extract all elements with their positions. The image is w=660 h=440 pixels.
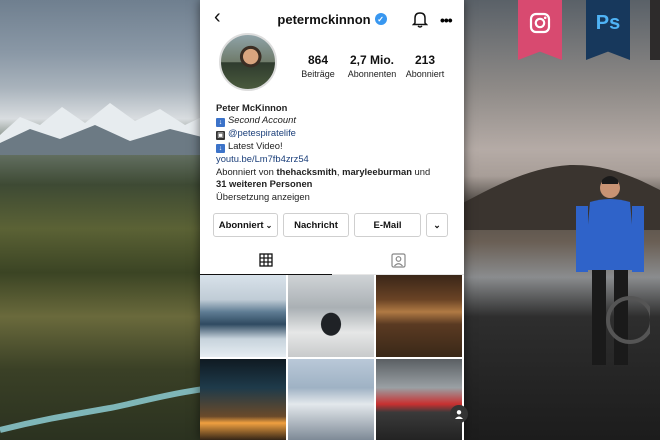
verified-badge-icon: ✓ [374,13,387,25]
subscribed-label: Abonniert [218,219,264,231]
followers-label: Abonnenten [347,69,397,79]
back-arrow-icon[interactable]: ‹ [214,6,221,29]
post-grid [200,275,464,440]
message-button[interactable]: Nachricht [283,213,349,237]
post-thumbnail[interactable] [376,359,462,440]
subscribed-button[interactable]: Abonniert ⌄ [213,213,278,237]
post-thumbnail[interactable] [376,275,462,357]
person-in-blue-jacket [576,176,650,365]
stat-followers[interactable]: 2,7 Mio. Abonnenten [344,53,400,79]
more-badge [650,0,660,60]
profile-action-buttons: Abonniert ⌄ Nachricht E-Mail ⌄ [213,213,448,237]
following-count: 213 [414,53,436,67]
bio-mention-link[interactable]: @petespiratelife [228,127,296,138]
instagram-icon [518,0,562,60]
post-thumbnail[interactable] [288,275,374,357]
post-thumbnail[interactable] [288,359,374,440]
translate-link[interactable]: Übersetzung anzeigen [216,191,456,203]
down-arrow-emoji-icon-2: ↓ [216,144,225,154]
followed-by-user-1: thehacksmith [276,165,337,177]
profile-person-icon[interactable] [450,405,468,423]
stat-following[interactable]: 213 Abonniert [400,53,450,79]
camera-emoji-icon: ▣ [216,131,225,141]
following-label: Abonniert [405,69,445,79]
bio-website-link[interactable]: youtu.be/Lm7fb4zrz54 [216,153,456,165]
bio-line-3-text: Latest Video! [228,140,283,152]
photoshop-icon: Ps [586,0,630,60]
post-thumbnail[interactable] [200,275,286,357]
bio-line-3: ↓ Latest Video! [216,140,456,154]
followed-by-user-2: maryleeburman [342,165,412,177]
down-arrow-emoji-icon: ↓ [216,118,225,128]
profile-username: petermckinnon ✓ [277,11,387,27]
grid-icon [259,252,273,267]
top-bar: ‹ petermckinnon ✓ ••• [200,0,464,38]
avatar[interactable] [219,33,277,91]
followed-by[interactable]: Abonniert von thehacksmith, maryleeburma… [216,166,456,191]
right-portrait-photo [440,0,660,440]
followed-by-and: und [411,165,431,177]
stat-posts[interactable]: 864 Beiträge [296,53,340,79]
tab-grid[interactable] [200,245,332,275]
suggestions-chevron-icon[interactable]: ⌄ [426,213,448,237]
posts-label: Beiträge [301,69,335,79]
followers-count: 2,7 Mio. [349,53,394,67]
bell-icon[interactable] [412,10,428,28]
posts-count: 864 [307,53,329,67]
email-button[interactable]: E-Mail [354,213,421,237]
profile-bio: Peter McKinnon ↓ Second Account ▣ @petespi… [216,102,456,203]
bio-line-1-text: Second Account [228,114,296,126]
instagram-profile-screen: ‹ petermckinnon ✓ ••• 864 Beiträge 2,7 M… [200,0,464,440]
profile-tabs [200,245,464,275]
username-text: petermckinnon [277,11,371,27]
post-thumbnail[interactable] [200,359,286,440]
chevron-down-icon: ⌄ [265,220,273,230]
tagged-person-icon [390,252,406,268]
followed-by-others: 31 weiteren Personen [216,178,313,190]
tab-tagged[interactable] [332,245,464,275]
bio-line-2: ▣ @petespiratelife [216,127,456,141]
profile-name: Peter McKinnon [216,102,288,113]
followed-by-prefix: Abonniert von [216,165,277,177]
more-options-icon[interactable]: ••• [440,12,453,28]
bio-line-1: ↓ Second Account [216,114,456,128]
